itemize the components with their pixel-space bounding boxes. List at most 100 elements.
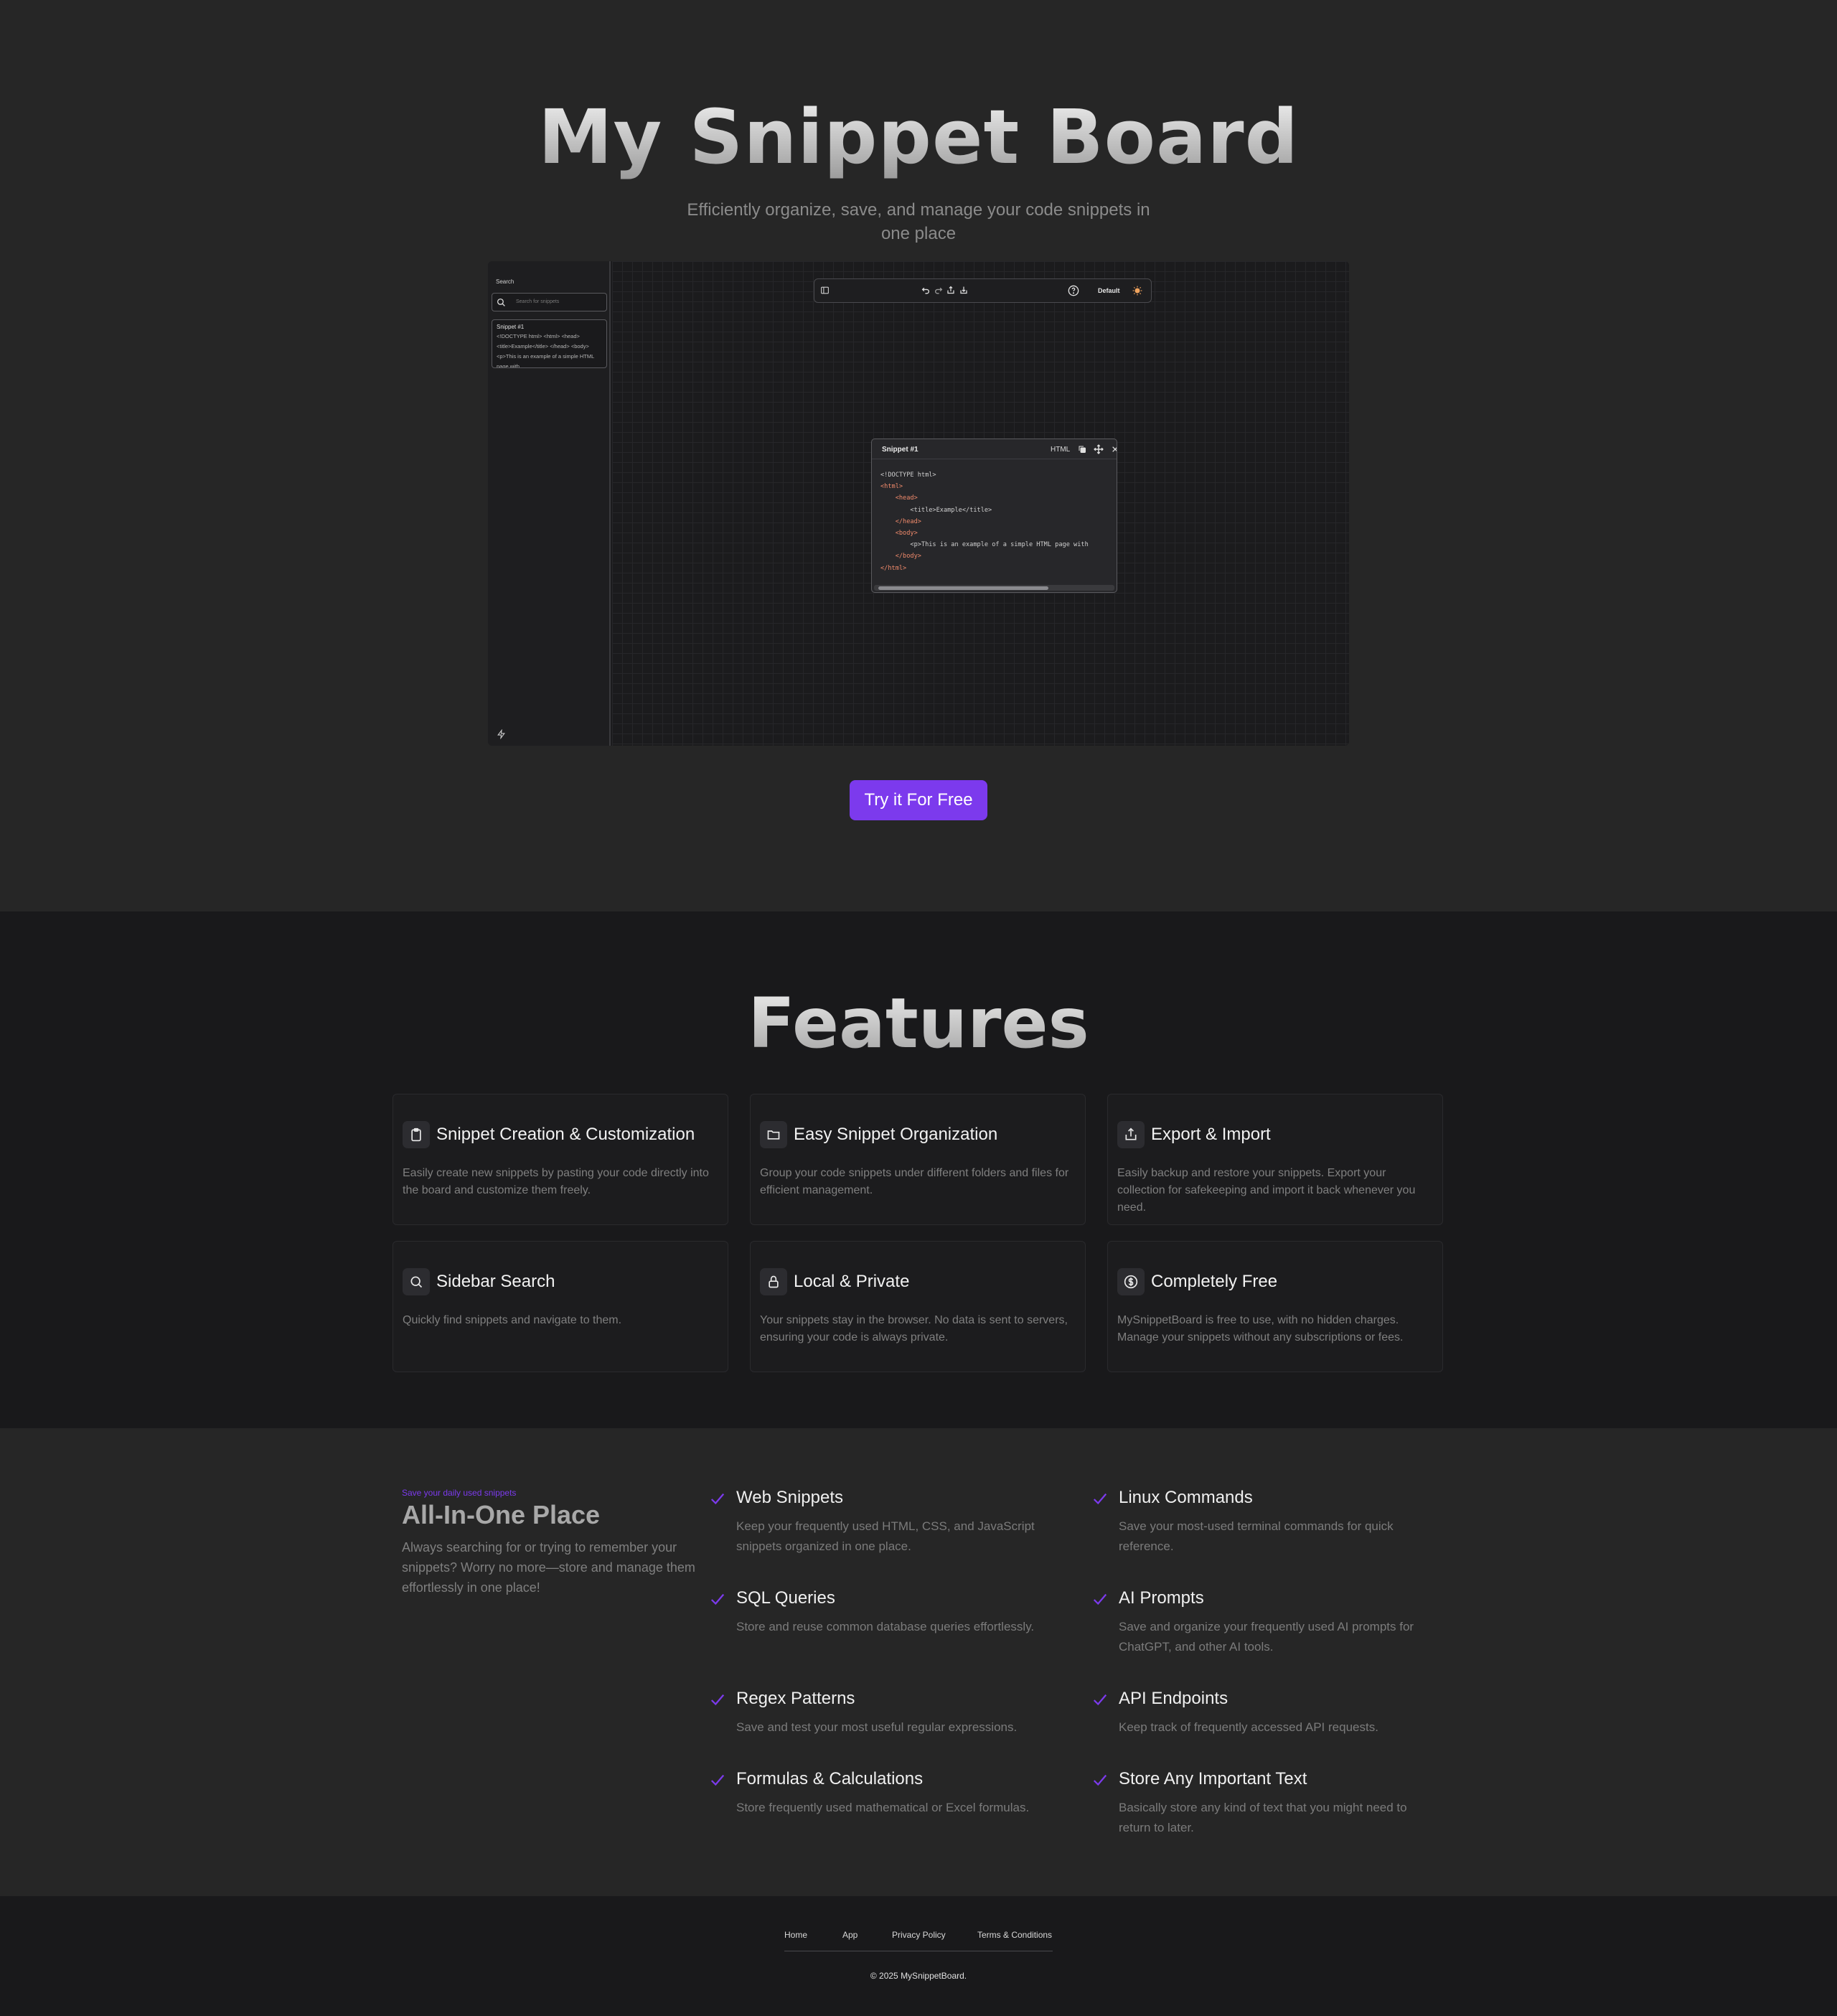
feature-title: Local & Private bbox=[794, 1272, 910, 1291]
hero-title: My Snippet Board bbox=[0, 93, 1837, 181]
preview-snippet-language: HTML bbox=[1051, 446, 1071, 454]
check-icon bbox=[1093, 1694, 1107, 1706]
close-icon bbox=[1112, 446, 1117, 452]
redo-icon bbox=[935, 287, 943, 294]
import-icon bbox=[960, 286, 967, 294]
export-icon bbox=[947, 286, 954, 294]
preview-search-placeholder: Search for snippets bbox=[516, 299, 560, 304]
preview-snippet-title: Snippet #1 bbox=[882, 446, 918, 454]
feature-icon-box bbox=[403, 1268, 430, 1295]
sidebar-toggle-icon bbox=[821, 286, 829, 294]
bolt-icon bbox=[497, 729, 505, 739]
feature-card: Easy Snippet Organization Group your cod… bbox=[750, 1094, 1086, 1225]
preview-snippet-code: <!DOCTYPE html> <html> <head> <title>Exam… bbox=[880, 469, 1089, 574]
preview-board-canvas: Default Snippet #1 HTML <!DOCTYPE html> <… bbox=[612, 261, 1349, 746]
use-case-title: Linux Commands bbox=[1119, 1488, 1253, 1507]
try-for-free-button[interactable]: Try it For Free bbox=[850, 780, 987, 820]
preview-sidebar-snippet-card: Snippet #1 <!DOCTYPE html> <html> <head>… bbox=[492, 319, 607, 368]
preview-sidebar: Search Search for snippets Snippet #1 <!… bbox=[488, 261, 611, 746]
feature-title: Snippet Creation & Customization bbox=[436, 1125, 695, 1144]
feature-description: Group your code snippets under different… bbox=[760, 1167, 1069, 1196]
sun-icon bbox=[1132, 286, 1142, 296]
code-line: <!DOCTYPE html> bbox=[880, 472, 936, 479]
use-case-description: Keep your frequently used HTML, CSS, and… bbox=[736, 1519, 1035, 1553]
section-kicker: Save your daily used snippets bbox=[402, 1488, 517, 1498]
footer-nav: Home App Privacy Policy Terms & Conditio… bbox=[784, 1930, 1053, 1951]
feature-icon-box bbox=[760, 1268, 787, 1295]
check-icon bbox=[710, 1774, 725, 1786]
code-line: <body> bbox=[880, 530, 918, 538]
feature-icon-box bbox=[1117, 1268, 1145, 1295]
feature-title: Completely Free bbox=[1151, 1272, 1278, 1291]
feature-card: Completely Free MySnippetBoard is free t… bbox=[1107, 1241, 1443, 1372]
preview-search-label: Search bbox=[496, 278, 515, 285]
use-case-description: Save and organize your frequently used A… bbox=[1119, 1620, 1414, 1654]
share-icon bbox=[1125, 1127, 1137, 1140]
feature-icon-box bbox=[403, 1121, 430, 1148]
search-icon bbox=[497, 298, 505, 306]
app-preview-screenshot: Search Search for snippets Snippet #1 <!… bbox=[488, 261, 1349, 746]
all-in-one-section: Save your daily used snippets All-In-One… bbox=[0, 1428, 1837, 1896]
feature-title: Sidebar Search bbox=[436, 1272, 555, 1291]
preview-snippet-scrollbar bbox=[874, 585, 1114, 591]
feature-title: Export & Import bbox=[1151, 1125, 1271, 1144]
footer-link-privacy-policy[interactable]: Privacy Policy bbox=[892, 1930, 946, 1940]
scrollbar-thumb bbox=[878, 586, 1048, 590]
check-icon bbox=[1093, 1774, 1107, 1786]
feature-description: Easily create new snippets by pasting yo… bbox=[403, 1167, 709, 1196]
preview-snippet-header: Snippet #1 HTML bbox=[872, 439, 1117, 459]
preview-sidebar-snippet-text: <!DOCTYPE html> <html> <head> <title>Exa… bbox=[497, 333, 595, 368]
feature-card: Export & Import Easily backup and restor… bbox=[1107, 1094, 1443, 1225]
feature-card: Sidebar Search Quickly find snippets and… bbox=[393, 1241, 728, 1372]
feature-description: Your snippets stay in the browser. No da… bbox=[760, 1314, 1068, 1344]
features-title: Features bbox=[0, 983, 1837, 1064]
feature-title: Easy Snippet Organization bbox=[794, 1125, 998, 1144]
search-icon bbox=[410, 1276, 423, 1288]
use-case-title: Regex Patterns bbox=[736, 1689, 855, 1708]
section-title: All-In-One Place bbox=[402, 1500, 601, 1529]
check-icon bbox=[710, 1493, 725, 1505]
use-case-description: Store frequently used mathematical or Ex… bbox=[736, 1801, 1030, 1814]
copy-icon bbox=[1079, 446, 1086, 453]
code-line: </head> bbox=[880, 517, 921, 525]
hero-section: My Snippet Board Efficiently organize, s… bbox=[0, 0, 1837, 911]
feature-description: Easily backup and restore your snippets.… bbox=[1117, 1167, 1416, 1214]
use-case-title: SQL Queries bbox=[736, 1588, 835, 1608]
feature-description: MySnippetBoard is free to use, with no h… bbox=[1117, 1314, 1404, 1344]
feature-description: Quickly find snippets and navigate to th… bbox=[403, 1314, 622, 1326]
use-case-title: API Endpoints bbox=[1119, 1689, 1228, 1708]
use-case-title: AI Prompts bbox=[1119, 1588, 1204, 1608]
code-line: <html> bbox=[880, 483, 903, 491]
features-section: Features Snippet Creation & Customizatio… bbox=[0, 911, 1837, 1428]
code-line: <p>This is an example of a simple HTML p… bbox=[880, 541, 1089, 549]
check-icon bbox=[1093, 1493, 1107, 1505]
help-icon bbox=[1068, 285, 1079, 296]
use-case-description: Keep track of frequently accessed API re… bbox=[1119, 1720, 1378, 1734]
use-case-title: Store Any Important Text bbox=[1119, 1769, 1307, 1788]
code-line: </body> bbox=[880, 553, 921, 561]
code-line: <head> bbox=[880, 494, 918, 502]
preview-snippet-card: Snippet #1 HTML <!DOCTYPE html> <html> <h… bbox=[871, 439, 1117, 593]
feature-card: Snippet Creation & Customization Easily … bbox=[393, 1094, 728, 1225]
use-case-description: Save and test your most useful regular e… bbox=[736, 1720, 1018, 1734]
lock-icon bbox=[769, 1275, 779, 1288]
footer-link-app[interactable]: App bbox=[842, 1930, 858, 1940]
section-description: Always searching for or trying to rememb… bbox=[402, 1540, 695, 1595]
use-case-title: Web Snippets bbox=[736, 1488, 843, 1507]
feature-icon-box bbox=[1117, 1121, 1145, 1148]
check-icon bbox=[1093, 1593, 1107, 1605]
preview-toolbar: Default bbox=[814, 278, 1152, 303]
folder-icon bbox=[767, 1130, 780, 1140]
copyright: © 2025 MySnippetBoard. bbox=[870, 1971, 967, 1981]
code-line: </html> bbox=[880, 564, 907, 572]
hero-subtitle: Efficiently organize, save, and manage y… bbox=[687, 200, 1150, 243]
feature-card: Local & Private Your snippets stay in th… bbox=[750, 1241, 1086, 1372]
footer: Home App Privacy Policy Terms & Conditio… bbox=[0, 1896, 1837, 2016]
move-icon bbox=[1094, 444, 1104, 454]
feature-icon-box bbox=[760, 1121, 787, 1148]
code-line: <title>Example</title> bbox=[880, 506, 992, 514]
footer-link-terms[interactable]: Terms & Conditions bbox=[977, 1930, 1052, 1940]
use-case-description: Save your most-used terminal commands fo… bbox=[1119, 1519, 1394, 1553]
preview-sidebar-snippet-title: Snippet #1 bbox=[497, 324, 525, 330]
footer-link-home[interactable]: Home bbox=[784, 1930, 807, 1940]
